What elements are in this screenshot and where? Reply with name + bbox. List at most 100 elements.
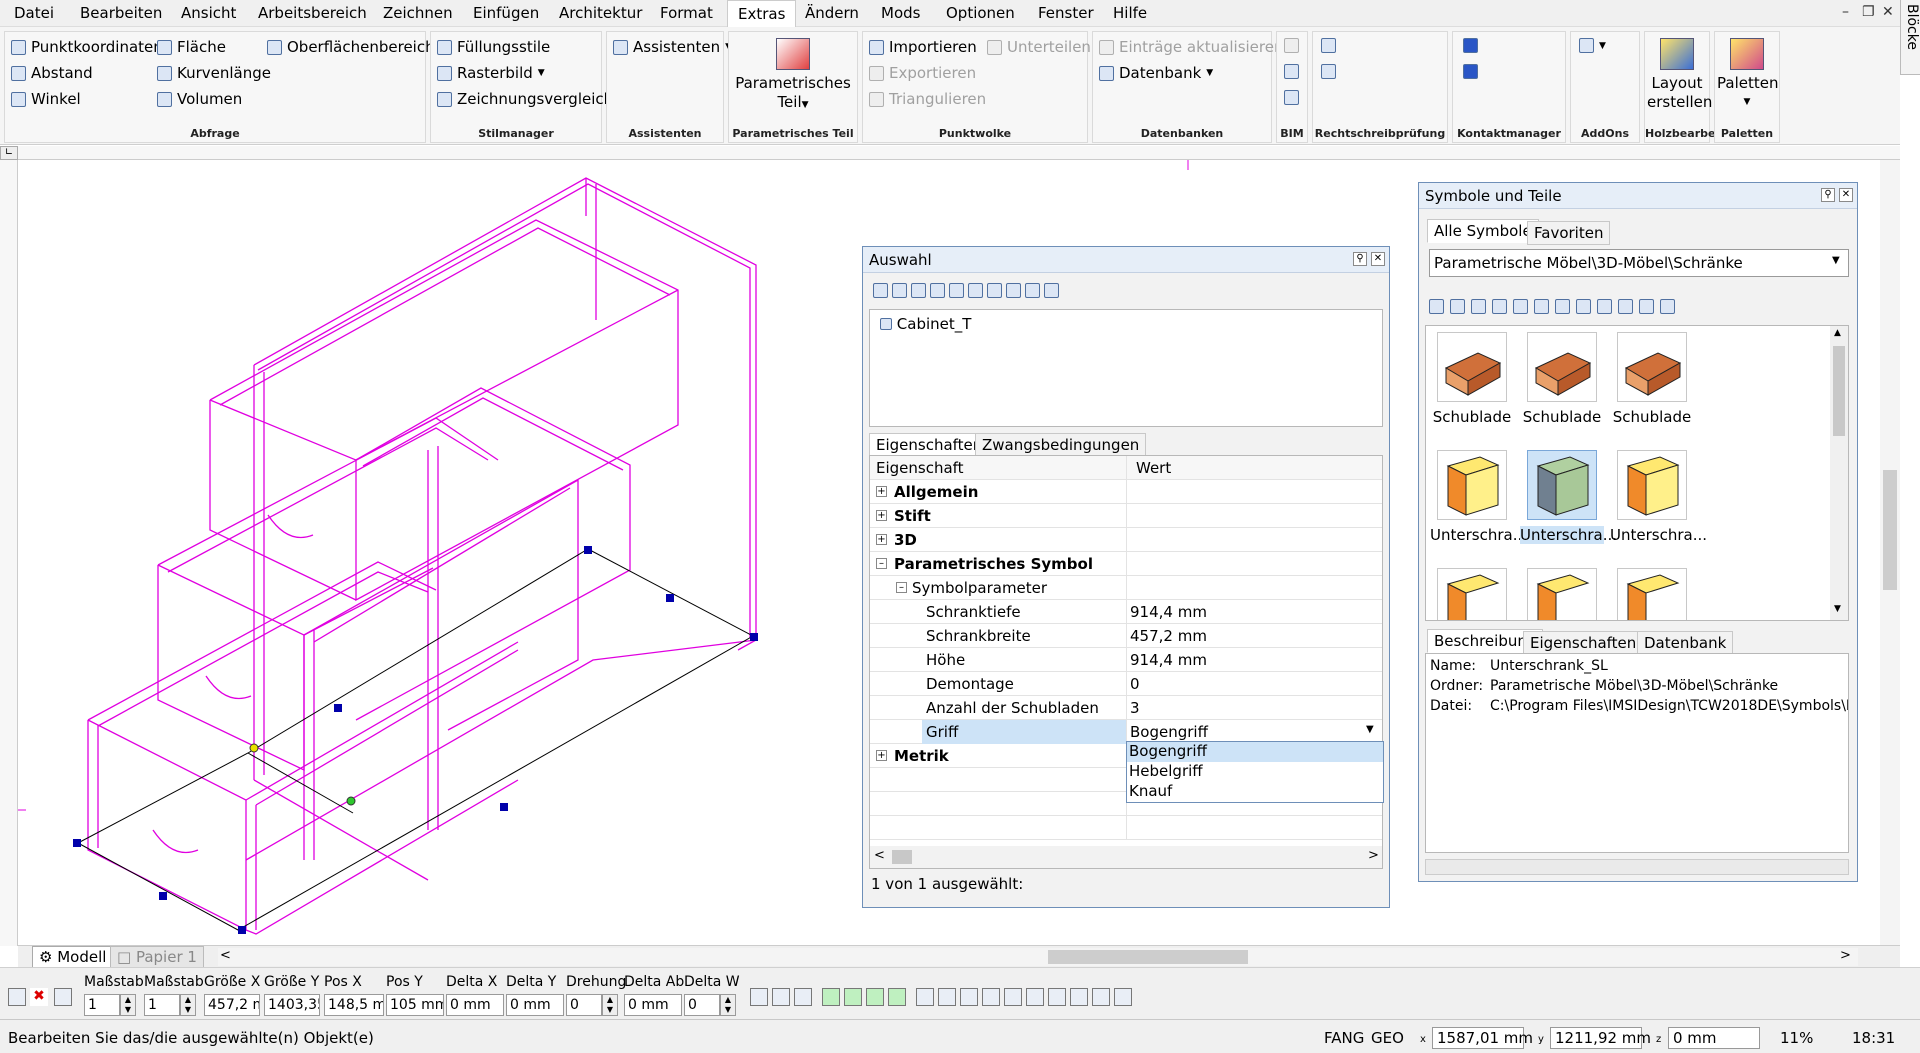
menu-fenster[interactable]: Fenster [1038,4,1094,22]
pin-icon[interactable]: ⚲ [1353,252,1367,266]
cursor-x-field[interactable]: 1587,01 mm [1432,1027,1533,1049]
exportieren-button[interactable]: Exportieren [869,64,976,82]
delta-ab-input[interactable]: 0 mm [624,994,682,1016]
minimize-icon[interactable]: – [1842,4,1849,20]
winkel-button[interactable]: Winkel [11,90,81,108]
view-icon-6[interactable] [1618,299,1633,314]
view-icon-1[interactable] [1513,299,1528,314]
tab-alle-symbole[interactable]: Alle Symbole [1427,219,1539,243]
massstab-x-input[interactable]: 1 [84,994,120,1016]
symbol-tile[interactable]: Unterschra... [1430,450,1527,544]
param-row-schranktiefe[interactable]: Schranktiefe 914,4 mm [870,600,1382,624]
close-icon[interactable]: ✕ [1371,252,1385,266]
transform-icon-1[interactable] [916,988,934,1006]
contact-button-2[interactable] [1463,64,1478,79]
menu-hilfe[interactable]: Hilfe [1113,4,1147,22]
param-row-demontage[interactable]: Demontage 0 [870,672,1382,696]
table-icon[interactable] [54,988,72,1006]
menu-optionen[interactable]: Optionen [946,4,1015,22]
view-icon-2[interactable] [1534,299,1549,314]
scroll-down-icon[interactable]: ▼ [1834,604,1841,614]
menu-einfuegen[interactable]: Einfügen [473,4,539,22]
pos-x-input[interactable]: 148,5 m [324,994,384,1016]
expand-icon[interactable]: + [876,750,887,761]
eintraege-aktualisieren-button[interactable]: Einträge aktualisieren [1099,38,1284,56]
copy-icon[interactable] [949,283,964,298]
unterteilen-button[interactable]: Unterteilen [987,38,1091,56]
param-row-anzahl-schubladen[interactable]: Anzahl der Schubladen 3 [870,696,1382,720]
menu-aendern[interactable]: Ändern [805,4,859,22]
ucs-icon[interactable]: ∟ [0,146,18,160]
delta-x-input[interactable]: 0 mm [446,994,504,1016]
menu-architektur[interactable]: Architektur [559,4,642,22]
transform-icon-2[interactable] [938,988,956,1006]
transform-icon-5[interactable] [1004,988,1022,1006]
flaeche-button[interactable]: Fläche [157,38,226,56]
select-all-icon[interactable] [892,283,907,298]
canvas-horizontal-scrollbar[interactable]: < > [218,948,1858,966]
collapse-icon[interactable]: – [896,582,907,593]
scroll-right-icon[interactable]: > [1840,948,1851,963]
menu-arbeitsbereich[interactable]: Arbeitsbereich [258,4,367,22]
tab-zwangsbedingungen[interactable]: Zwangsbedingungen [975,433,1147,457]
tree-item-cabinet[interactable]: Cabinet_T [880,315,971,333]
expand-icon[interactable]: + [876,486,887,497]
bim-button-3[interactable] [1284,90,1299,105]
spellcheck-button-2[interactable] [1321,64,1336,79]
forward-icon[interactable] [1450,299,1465,314]
close-icon[interactable]: ✕ [1839,188,1853,202]
param-value[interactable]: 3 [1130,699,1140,717]
menu-format[interactable]: Format [660,4,713,22]
stepper-icon[interactable]: ▲ ▼ [180,994,196,1016]
option-bogengriff[interactable]: Bogengriff [1127,742,1383,762]
collapse-icon[interactable]: – [876,558,887,569]
tab-datenbank[interactable]: Datenbank [1637,631,1734,655]
horizontal-scrollbar[interactable] [1425,859,1849,875]
settings-icon[interactable] [1044,283,1059,298]
cursor-z-field[interactable]: 0 mm [1668,1027,1760,1049]
symbol-tile[interactable]: Schublade [1610,332,1694,426]
scroll-left-icon[interactable]: < [220,948,231,963]
table-icon[interactable] [968,283,983,298]
menu-ansicht[interactable]: Ansicht [181,4,236,22]
view-icon-4[interactable] [1576,299,1591,314]
groesse-y-input[interactable]: 1403,35 [264,994,320,1016]
spellcheck-button-1[interactable] [1321,38,1336,53]
geo-toggle[interactable]: GEO [1371,1029,1404,1047]
parametrisches-teil-button[interactable]: Parametrisches Teil▼ [733,38,853,115]
select-mode-icon[interactable] [8,988,26,1006]
tree-view-icon[interactable] [1639,299,1654,314]
side-tab-bloecke[interactable]: Blöcke [1900,0,1920,75]
transform-icon-9[interactable] [1092,988,1110,1006]
fang-toggle[interactable]: FANG [1324,1029,1364,1047]
tab-modell[interactable]: ⚙ Modell [32,946,114,968]
menu-mods[interactable]: Mods [881,4,920,22]
layers-icon[interactable] [930,283,945,298]
snap-tool-icon-1[interactable] [822,988,840,1006]
download-icon[interactable] [1492,299,1507,314]
filter-icon[interactable] [911,283,926,298]
list-view-icon[interactable] [1660,299,1675,314]
stepper-icon[interactable]: ▲ ▼ [120,994,136,1016]
back-icon[interactable] [1429,299,1444,314]
scroll-left-icon[interactable]: < [874,848,885,863]
stepper-icon[interactable]: ▲ ▼ [720,994,736,1016]
select-icon[interactable] [873,283,888,298]
addons-button[interactable]: ▼ [1579,38,1606,53]
triangulieren-button[interactable]: Triangulieren [869,90,986,108]
canvas-vertical-scrollbar[interactable] [1880,160,1900,945]
param-value[interactable]: 914,4 mm [1130,651,1207,669]
abstand-button[interactable]: Abstand [11,64,93,82]
zeichnungsvergleich-button[interactable]: Zeichnungsvergleich [437,90,613,108]
scroll-up-icon[interactable]: ▲ [1834,328,1841,338]
tab-papier-1[interactable]: □ Papier 1 [110,946,204,968]
search-icon[interactable] [1025,283,1040,298]
oberflaechenbereich-button[interactable]: Oberflächenbereich [267,38,435,56]
group-parametrisches-symbol[interactable]: – Parametrisches Symbol [870,552,1382,576]
fuellungsstile-button[interactable]: Füllungsstile [437,38,550,56]
grid-icon[interactable] [1006,283,1021,298]
scroll-thumb[interactable] [892,850,912,864]
delta-w-input[interactable]: 0 [684,994,720,1016]
pin-icon[interactable]: ⚲ [1821,188,1835,202]
scroll-right-icon[interactable]: > [1368,848,1379,863]
